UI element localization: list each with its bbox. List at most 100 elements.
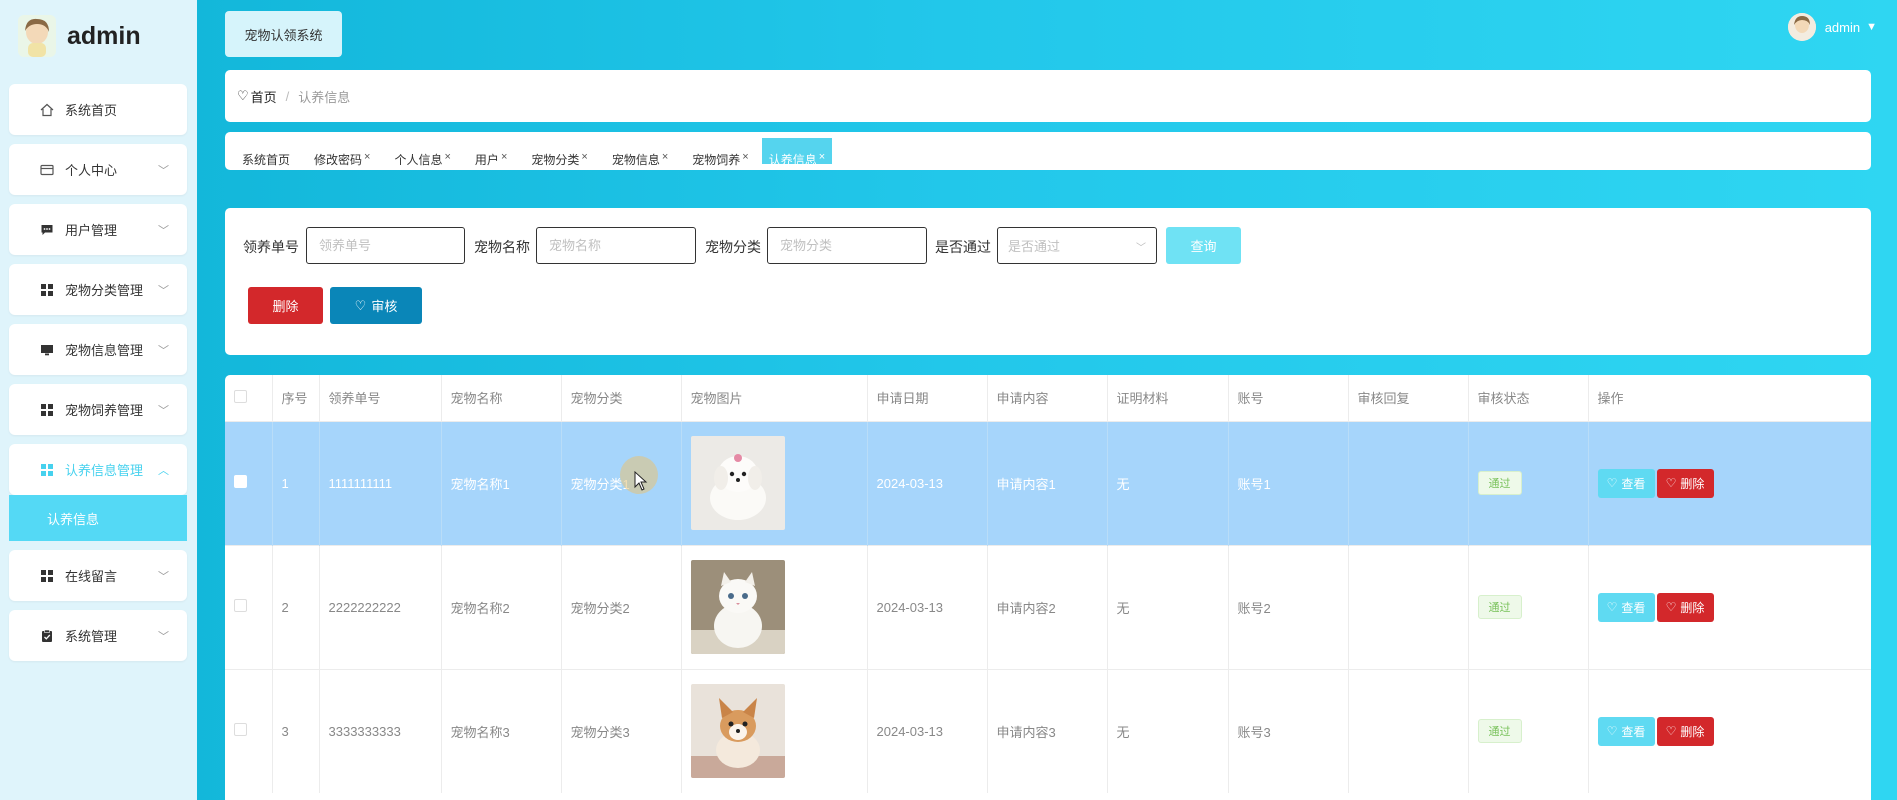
reply-cell: [1348, 420, 1469, 545]
close-icon[interactable]: ×: [662, 151, 668, 163]
delete-button[interactable]: ♡ 删除: [1656, 592, 1714, 622]
order-input[interactable]: [306, 227, 465, 264]
close-icon[interactable]: ×: [581, 151, 587, 163]
row-checkbox-cell: [225, 544, 273, 669]
row-checkbox[interactable]: [234, 475, 247, 488]
column-header: 审核状态: [1468, 375, 1589, 421]
breadcrumb-home[interactable]: ♡ 首页: [237, 87, 277, 106]
table-row[interactable]: 3 3333333333 宠物名称3 宠物分类3 2024-03-13 申请内容…: [225, 668, 1871, 793]
order-cell: 3333333333: [319, 668, 442, 793]
delete-label: 删除: [1680, 476, 1705, 491]
system-title-button[interactable]: 宠物认领系统: [225, 11, 342, 57]
index-cell: 3: [272, 668, 320, 793]
sidebar-item-label: 系统首页: [65, 103, 118, 118]
tab-pet-category[interactable]: 宠物分类 ×: [514, 138, 594, 167]
sidebar-item-messages[interactable]: 在线留言 ﹀: [9, 550, 187, 601]
pet-image-cell: [681, 420, 868, 545]
sidebar-item-label: 个人中心: [65, 163, 118, 178]
tab-pet-feeding[interactable]: 宠物饲养 ×: [675, 138, 755, 167]
approved-select-placeholder: 是否通过: [1008, 239, 1061, 254]
user-avatar: [1787, 13, 1816, 41]
column-header: 申请日期: [867, 375, 988, 421]
row-checkbox[interactable]: [234, 723, 247, 737]
pet-name-cell: 宠物名称3: [441, 668, 562, 793]
content-cell: 申请内容2: [987, 544, 1108, 669]
sidebar-item-label: 宠物信息管理: [65, 343, 144, 358]
close-icon[interactable]: ×: [444, 151, 450, 163]
status-badge: 通过: [1477, 471, 1522, 495]
query-button[interactable]: 查询: [1166, 227, 1241, 264]
column-header: 申请内容: [987, 375, 1108, 421]
query-button-label: 查询: [1190, 239, 1217, 254]
close-icon[interactable]: ×: [501, 151, 507, 163]
batch-delete-button[interactable]: 删除: [248, 287, 323, 324]
tab-label: 系统首页: [242, 153, 291, 167]
delete-button[interactable]: ♡ 删除: [1656, 468, 1714, 498]
user-menu[interactable]: admin ▼: [1787, 13, 1877, 41]
index-cell: 2: [272, 544, 320, 669]
actions-cell: ♡ 查看 ♡ 删除: [1588, 544, 1871, 669]
pet-name-input[interactable]: [536, 227, 696, 264]
audit-button[interactable]: ♡ 审核: [330, 287, 422, 324]
pet-image[interactable]: [690, 684, 785, 779]
actions-cell: ♡ 查看 ♡ 删除: [1588, 420, 1871, 545]
audit-label: 审核: [371, 299, 398, 314]
tab-adoption-info[interactable]: 认养信息 ×: [761, 138, 833, 167]
pet-image[interactable]: [690, 560, 785, 654]
status-cell: 通过: [1468, 544, 1589, 669]
home-icon: [39, 102, 55, 118]
account-cell: 账号2: [1228, 544, 1349, 669]
tab-label: 用户: [474, 153, 499, 167]
content-cell: 申请内容3: [987, 668, 1108, 793]
sidebar-item-system[interactable]: 系统管理 ﹀: [9, 610, 187, 661]
index-cell: 1: [272, 420, 320, 545]
select-all-checkbox[interactable]: [234, 389, 247, 403]
row-checkbox-cell: [225, 420, 273, 545]
sidebar-item-profile[interactable]: 个人中心 ﹀: [9, 144, 187, 195]
breadcrumb-separator: /: [285, 88, 290, 104]
reply-cell: [1348, 668, 1469, 793]
tab-users[interactable]: 用户 ×: [458, 138, 514, 167]
table-row[interactable]: 1 1111111111 宠物名称1 宠物分类1 2024-03-13 申请内容…: [225, 420, 1871, 545]
tab-label: 修改密码: [314, 153, 363, 167]
sidebar-item-adoption[interactable]: 认养信息管理 ︿: [9, 444, 187, 495]
status-badge: 通过: [1477, 595, 1522, 619]
view-button[interactable]: ♡ 查看: [1597, 716, 1655, 746]
tab-change-password[interactable]: 修改密码 ×: [297, 138, 377, 167]
order-cell: 1111111111: [319, 420, 442, 545]
date-cell: 2024-03-13: [867, 668, 988, 793]
system-title: 宠物认领系统: [244, 27, 323, 43]
sidebar-item-pet-feeding[interactable]: 宠物饲养管理 ﹀: [9, 384, 187, 435]
chevron-down-icon: ﹀: [158, 225, 169, 237]
sidebar-item-label: 在线留言: [65, 569, 118, 584]
close-icon[interactable]: ×: [819, 151, 825, 163]
view-button[interactable]: ♡ 查看: [1597, 468, 1655, 498]
delete-label: 删除: [1680, 724, 1705, 739]
sidebar-item-users[interactable]: 用户管理 ﹀: [9, 204, 187, 255]
table-row[interactable]: 2 2222222222 宠物名称2 宠物分类2 2024-03-13 申请内容…: [225, 544, 1871, 669]
sidebar-item-pet-category[interactable]: 宠物分类管理 ﹀: [9, 264, 187, 315]
pet-image[interactable]: [690, 436, 785, 530]
tab-label: 宠物信息: [611, 153, 660, 167]
pet-category-input[interactable]: [767, 227, 927, 264]
approved-select[interactable]: 是否通过 ﹀: [997, 227, 1157, 264]
column-header: 账号: [1228, 375, 1349, 421]
sidebar-item-pet-info[interactable]: 宠物信息管理 ﹀: [9, 324, 187, 375]
tab-pet-info[interactable]: 宠物信息 ×: [595, 138, 675, 167]
close-icon[interactable]: ×: [364, 151, 370, 163]
pet-name-cell: 宠物名称2: [441, 544, 562, 669]
row-checkbox[interactable]: [234, 599, 247, 612]
status-badge: 通过: [1477, 719, 1522, 744]
heart-icon: ♡: [1606, 724, 1618, 739]
view-button[interactable]: ♡ 查看: [1597, 592, 1655, 622]
tab-label: 宠物分类: [531, 153, 580, 167]
sidebar-item-home[interactable]: 系统首页: [9, 84, 187, 135]
tab-profile[interactable]: 个人信息 ×: [377, 138, 457, 167]
card-icon: [39, 162, 55, 178]
sidebar-subitem-adoption-info[interactable]: 认养信息: [9, 495, 187, 541]
heart-icon: ♡: [1606, 476, 1618, 490]
close-icon[interactable]: ×: [742, 151, 748, 163]
monitor-icon: [39, 342, 55, 358]
delete-button[interactable]: ♡ 删除: [1656, 716, 1714, 746]
tab-home[interactable]: 系统首页: [225, 138, 297, 167]
